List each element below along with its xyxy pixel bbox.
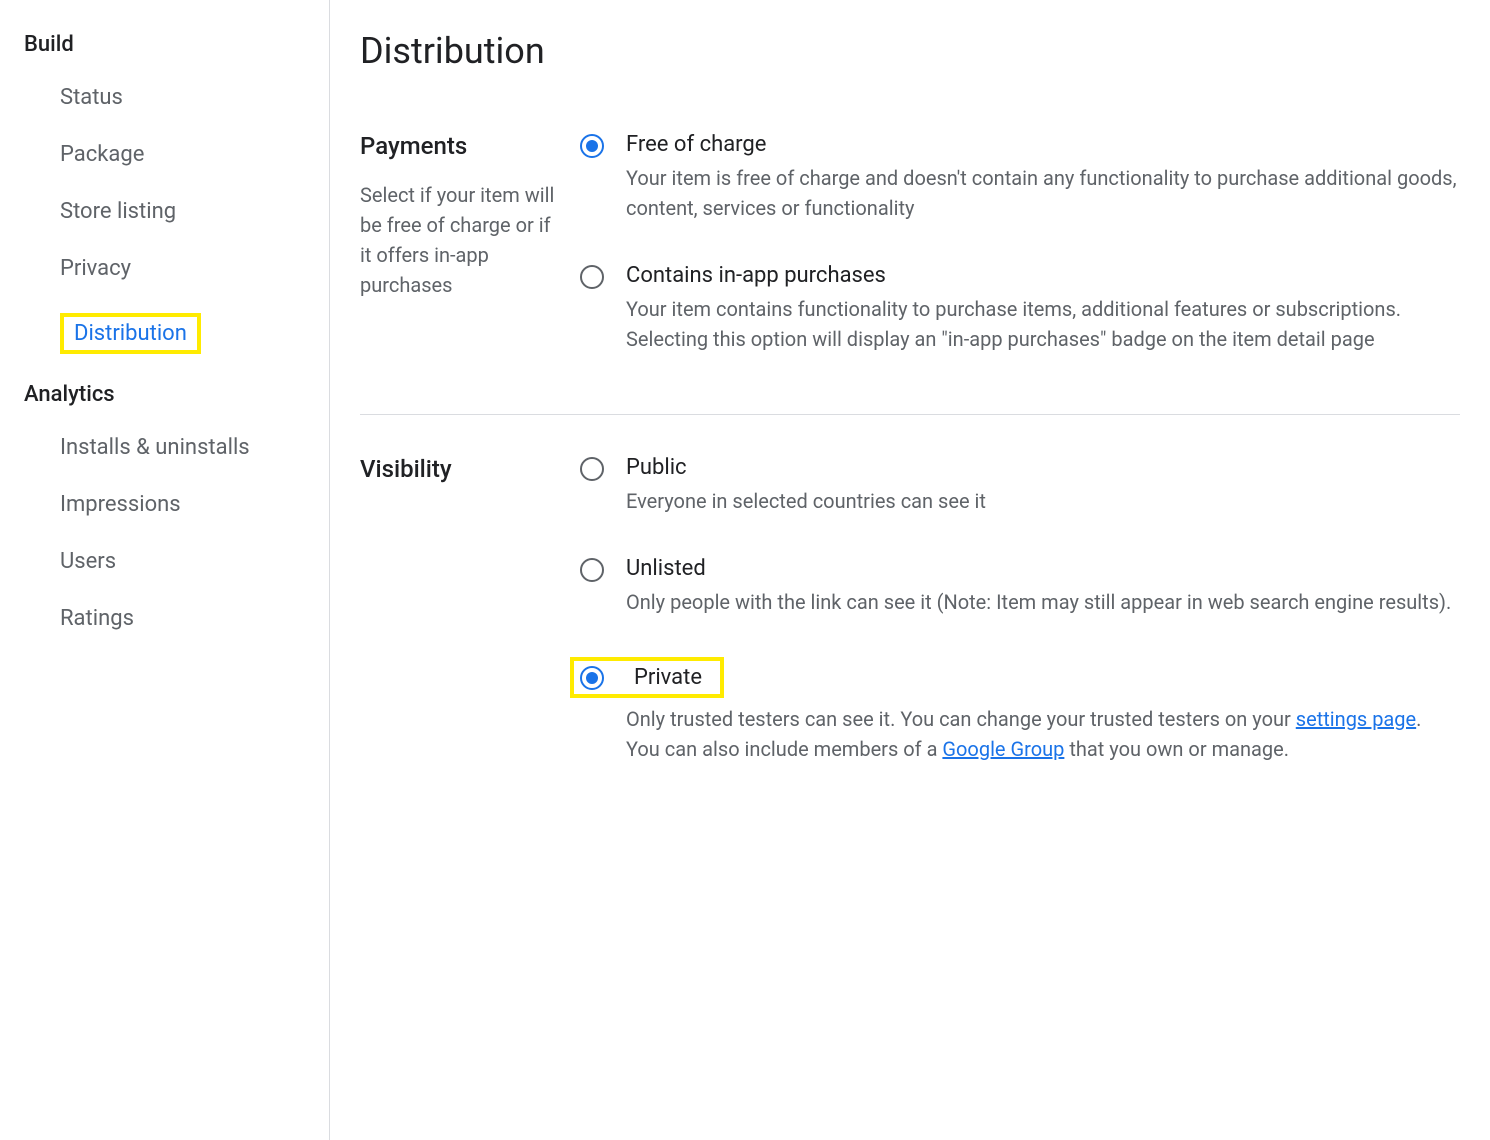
radio-desc: Everyone in selected countries can see i… (626, 486, 1460, 516)
radio-icon[interactable] (580, 558, 604, 582)
radio-desc: Your item contains functionality to purc… (626, 294, 1460, 354)
radio-title: Unlisted (626, 556, 1460, 581)
page-title: Distribution (360, 0, 1460, 132)
payments-desc: Select if your item will be free of char… (360, 180, 560, 300)
radio-content: Contains in-app purchases Your item cont… (626, 263, 1460, 354)
google-group-link[interactable]: Google Group (942, 737, 1064, 761)
radio-content: Public Everyone in selected countries ca… (626, 455, 1460, 516)
sidebar-item-label: Package (60, 142, 144, 167)
radio-option-inapp[interactable]: Contains in-app purchases Your item cont… (580, 263, 1460, 354)
payments-options: Free of charge Your item is free of char… (580, 132, 1460, 354)
radio-option-private[interactable]: Private Only trusted testers can see it.… (580, 657, 1460, 764)
sidebar-item-label: Installs & uninstalls (60, 435, 250, 460)
sidebar-item-status[interactable]: Status (0, 69, 329, 126)
sidebar-item-label: Impressions (60, 492, 181, 517)
radio-title: Contains in-app purchases (626, 263, 1460, 288)
private-desc-post: that you own or manage. (1064, 737, 1289, 761)
radio-icon[interactable] (580, 666, 604, 690)
radio-option-unlisted[interactable]: Unlisted Only people with the link can s… (580, 556, 1460, 617)
radio-title: Private (634, 665, 702, 690)
radio-icon[interactable] (580, 457, 604, 481)
sidebar-header-build: Build (0, 20, 329, 69)
sidebar-item-privacy[interactable]: Privacy (0, 240, 329, 297)
payments-label: Payments (360, 132, 560, 160)
radio-option-public[interactable]: Public Everyone in selected countries ca… (580, 455, 1460, 516)
sidebar-item-label: Users (60, 549, 116, 574)
payments-section: Payments Select if your item will be fre… (360, 132, 1460, 415)
radio-desc: Your item is free of charge and doesn't … (626, 163, 1460, 223)
sidebar-item-label: Distribution (60, 313, 201, 354)
visibility-label: Visibility (360, 455, 560, 483)
payments-label-col: Payments Select if your item will be fre… (360, 132, 580, 354)
sidebar-item-label: Privacy (60, 256, 131, 281)
sidebar-item-package[interactable]: Package (0, 126, 329, 183)
sidebar-header-analytics: Analytics (0, 370, 329, 419)
sidebar-item-distribution[interactable]: Distribution (0, 297, 329, 370)
sidebar-item-users[interactable]: Users (0, 533, 329, 590)
sidebar-item-impressions[interactable]: Impressions (0, 476, 329, 533)
radio-desc: Only people with the link can see it (No… (626, 587, 1460, 617)
sidebar-item-ratings[interactable]: Ratings (0, 590, 329, 647)
private-desc-pre: Only trusted testers can see it. You can… (626, 707, 1296, 731)
radio-option-free[interactable]: Free of charge Your item is free of char… (580, 132, 1460, 223)
radio-title: Free of charge (626, 132, 1460, 157)
radio-title: Public (626, 455, 1460, 480)
radio-content: Unlisted Only people with the link can s… (626, 556, 1460, 617)
radio-desc: Only trusted testers can see it. You can… (626, 704, 1460, 764)
radio-icon[interactable] (580, 134, 604, 158)
visibility-label-col: Visibility (360, 455, 580, 764)
sidebar-item-label: Store listing (60, 199, 176, 224)
radio-icon[interactable] (580, 265, 604, 289)
visibility-options: Public Everyone in selected countries ca… (580, 455, 1460, 764)
radio-content: Free of charge Your item is free of char… (626, 132, 1460, 223)
sidebar-item-label: Status (60, 85, 123, 110)
settings-page-link[interactable]: settings page (1296, 707, 1416, 731)
sidebar: Build Status Package Store listing Priva… (0, 0, 330, 1140)
visibility-section: Visibility Public Everyone in selected c… (360, 455, 1460, 824)
main-content: Distribution Payments Select if your ite… (330, 0, 1490, 1140)
private-head: Private (570, 657, 724, 698)
sidebar-item-label: Ratings (60, 606, 134, 631)
sidebar-item-installs[interactable]: Installs & uninstalls (0, 419, 329, 476)
sidebar-item-store-listing[interactable]: Store listing (0, 183, 329, 240)
